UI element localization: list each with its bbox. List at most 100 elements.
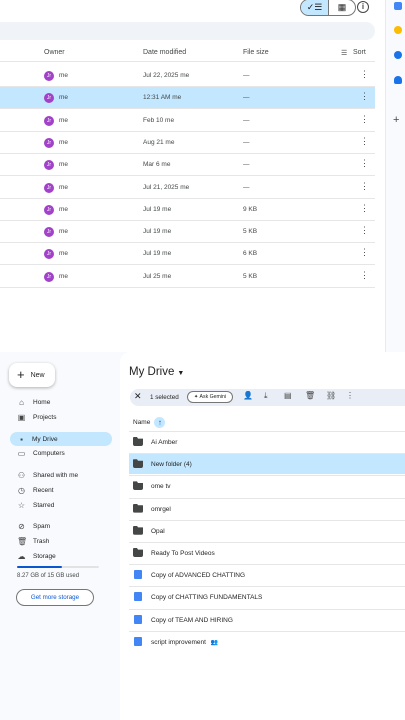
more-vert-icon[interactable]: ⋮ — [360, 181, 369, 192]
size-cell: — — [243, 72, 250, 79]
sort-icon[interactable]: ☰ — [341, 49, 347, 57]
main-content: My Drive ▼ ✕ 1 selected ✦ Ask Gemini 👤 ⤓ … — [120, 352, 405, 720]
date-cell: Jul 19 me — [143, 250, 172, 258]
selected-count: 1 selected — [150, 394, 179, 401]
owner-cell: me — [59, 138, 69, 146]
file-name: Ready To Post Videos — [151, 550, 215, 557]
more-vert-icon[interactable]: ⋮ — [360, 270, 369, 281]
trash-icon: 🗑 — [17, 537, 28, 546]
shared-folder-icon — [133, 459, 143, 469]
size-cell: 5 KB — [243, 272, 258, 280]
date-cell: Jul 21, 2025 me — [143, 183, 190, 191]
table-row[interactable]: Jr me Jul 22, 2025 me — ⋮ — [0, 65, 375, 87]
chevron-down-icon: ▼ — [177, 370, 185, 377]
more-vert-icon[interactable]: ⋮ — [360, 136, 369, 147]
file-row[interactable]: Copy of CHATTING FUNDAMENTALS — [129, 586, 405, 607]
size-cell: — — [243, 183, 250, 191]
copy-link-icon[interactable]: ⛓ — [326, 391, 336, 400]
new-button[interactable]: + New — [9, 363, 55, 387]
get-more-storage-button[interactable]: Get more storage — [16, 589, 94, 606]
add-addon-icon[interactable]: + — [393, 114, 399, 126]
table-row[interactable]: Jr me Jul 19 me 5 KB ⋮ — [0, 221, 375, 244]
file-name: Copy of ADVANCED CHATTING — [151, 572, 246, 580]
file-row[interactable]: omrgel — [129, 497, 405, 519]
file-size-header[interactable]: File size — [243, 49, 269, 56]
size-cell: 9 KB — [243, 205, 258, 213]
home-icon: ⌂ — [19, 398, 24, 407]
list-header: Owner Date modified File size ☰ Sort — [0, 44, 375, 62]
file-row[interactable]: Ready To Post Videos — [129, 542, 405, 563]
avatar: Jr — [44, 182, 54, 193]
table-row[interactable]: Jr me Mar 6 me — ⋮ — [0, 154, 375, 177]
download-icon[interactable]: ⤓ — [264, 391, 268, 401]
view-toggle[interactable]: ✓☰ ▦ — [300, 0, 356, 16]
file-row[interactable]: Copy of TEAM AND HIRING — [129, 608, 405, 630]
more-vert-icon[interactable]: ⋮ — [360, 247, 369, 258]
contacts-icon[interactable] — [394, 76, 402, 84]
file-row[interactable]: Copy of ADVANCED CHATTING — [129, 564, 405, 585]
more-vert-icon[interactable]: ⋮ — [360, 69, 369, 80]
new-label: New — [30, 371, 45, 379]
table-row[interactable]: Jr me Jul 25 me 5 KB ⋮ — [0, 266, 375, 288]
sidebar-item-my-drive[interactable]: ▪ My Drive — [10, 432, 112, 446]
file-row[interactable]: New folder (4) — [129, 453, 405, 475]
file-row[interactable]: script improvement 👥 — [129, 630, 405, 652]
more-actions-icon[interactable]: ⋮ — [346, 391, 354, 400]
name-column-header[interactable]: Name ↑ — [133, 417, 166, 428]
avatar: Jr — [44, 227, 54, 238]
google-doc-icon — [134, 570, 142, 580]
more-vert-icon[interactable]: ⋮ — [360, 225, 369, 236]
owner-cell: me — [59, 205, 69, 213]
more-vert-icon[interactable]: ⋮ — [360, 158, 369, 169]
close-selection-icon[interactable]: ✕ — [134, 391, 142, 402]
grid-view-icon[interactable]: ▦ — [328, 0, 355, 15]
file-row[interactable]: ome tv — [129, 475, 405, 496]
move-icon[interactable]: ▤ — [284, 391, 292, 400]
my-drive-icon: ▪ — [20, 434, 23, 444]
file-name: ome tv — [151, 483, 171, 491]
sort-button[interactable]: Sort — [353, 49, 366, 56]
storage-meter-fill — [17, 566, 63, 568]
date-cell: Feb 10 me — [143, 116, 175, 124]
list-view-icon[interactable]: ✓☰ — [301, 0, 328, 15]
file-row[interactable]: Ai Amber — [129, 431, 405, 452]
table-row[interactable]: Jr me Jul 21, 2025 me — ⋮ — [0, 177, 375, 199]
folder-icon — [133, 548, 143, 557]
table-row[interactable]: Jr me Feb 10 me — ⋮ — [0, 110, 375, 132]
owner-cell: me — [59, 72, 69, 79]
page-title[interactable]: My Drive ▼ — [129, 366, 184, 378]
size-cell: — — [243, 161, 250, 169]
trash-icon[interactable]: 🗑 — [305, 391, 315, 400]
size-cell: 6 KB — [243, 250, 258, 258]
star-icon: ☆ — [17, 501, 26, 510]
google-doc-icon — [134, 636, 142, 646]
owner-header[interactable]: Owner — [44, 49, 65, 56]
table-row[interactable]: Jr me Aug 21 me — ⋮ — [0, 132, 375, 154]
search-bar[interactable] — [0, 22, 375, 40]
table-row[interactable]: Jr me 12:31 AM me — ⋮ — [0, 87, 375, 110]
tasks-icon[interactable] — [394, 51, 402, 59]
keep-icon[interactable] — [394, 26, 402, 34]
date-modified-header[interactable]: Date modified — [143, 49, 186, 56]
owner-cell: me — [59, 228, 69, 236]
share-icon[interactable]: 👤 — [243, 391, 253, 400]
file-name: New folder (4) — [151, 461, 192, 469]
info-icon[interactable]: i — [357, 1, 369, 13]
more-vert-icon[interactable]: ⋮ — [360, 114, 369, 125]
table-row[interactable]: Jr me Jul 19 me 9 KB ⋮ — [0, 199, 375, 221]
size-cell: — — [243, 116, 250, 124]
size-cell: 5 KB — [243, 228, 258, 236]
date-cell: 12:31 AM me — [143, 94, 182, 102]
drive-page: + New ⌂ Home ▣ Projects ▪ My Drive ▭ Compute… — [0, 352, 405, 720]
file-row[interactable]: Opal — [129, 519, 405, 541]
date-cell: Jul 22, 2025 me — [143, 72, 190, 79]
avatar: Jr — [44, 160, 54, 171]
table-row[interactable]: Jr me Jul 19 me 6 KB ⋮ — [0, 243, 375, 266]
avatar: Jr — [44, 71, 54, 81]
more-vert-icon[interactable]: ⋮ — [360, 91, 369, 102]
more-vert-icon[interactable]: ⋮ — [360, 203, 369, 214]
calendar-icon[interactable] — [394, 2, 402, 10]
sort-ascending-icon[interactable]: ↑ — [154, 417, 166, 428]
file-name: script improvement 👥 — [151, 638, 219, 646]
ask-gemini-button[interactable]: ✦ Ask Gemini — [187, 391, 234, 403]
